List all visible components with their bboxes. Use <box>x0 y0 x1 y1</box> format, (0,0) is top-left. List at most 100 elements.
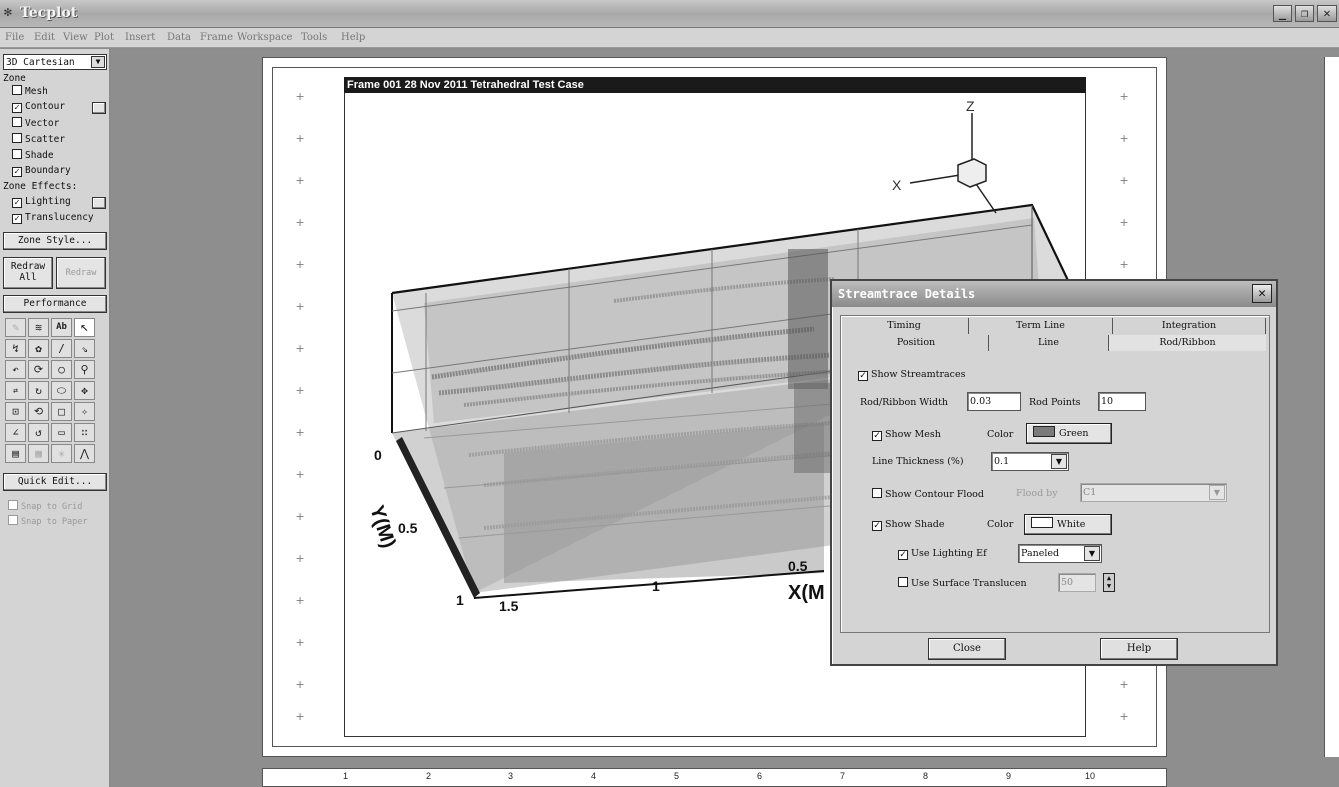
extract-icon[interactable]: ✧ <box>74 402 95 421</box>
translucency-input[interactable]: 50 <box>1058 573 1096 592</box>
spin-icon[interactable]: ⟲ <box>28 402 49 421</box>
spinner-icon[interactable]: ▲ ▼ <box>1103 573 1115 592</box>
roll-icon[interactable]: ↻ <box>28 381 49 400</box>
chevron-down-icon[interactable]: ▼ <box>1209 485 1225 500</box>
geometry-icon[interactable]: ∠ <box>5 423 26 442</box>
lighting-checkbox[interactable]: ✓ Lighting <box>12 196 90 208</box>
scatter-points-icon[interactable]: ∷ <box>74 423 95 442</box>
ruler-label: 6 <box>757 771 763 781</box>
flood-by-select[interactable]: C1 ▼ <box>1080 483 1227 502</box>
text-tool-icon[interactable]: Ab <box>51 318 72 337</box>
use-translucency-checkbox[interactable]: Use Surface Translucen <box>898 577 1027 589</box>
translate-icon[interactable]: ⇄ <box>5 381 26 400</box>
slice-icon[interactable]: ↶ <box>5 360 26 379</box>
menu-edit[interactable]: Edit <box>34 32 55 43</box>
menu-insert[interactable]: Insert <box>125 32 155 43</box>
translucency-checkbox[interactable]: ✓ Translucency <box>12 212 108 224</box>
show-contour-flood-checkbox[interactable]: Show Contour Flood <box>872 488 984 500</box>
lighting-options-button[interactable] <box>92 197 106 209</box>
twist-icon[interactable]: ↺ <box>28 423 49 442</box>
line-thickness-select[interactable]: 0.1 ▼ <box>991 452 1069 471</box>
orient-x-label: X <box>892 177 902 193</box>
grid-icon[interactable]: ▦ <box>28 444 49 463</box>
contour-options-button[interactable] <box>92 102 106 114</box>
frame-icon[interactable]: ▤ <box>5 444 26 463</box>
show-mesh-checkbox[interactable]: ✓ Show Mesh <box>872 429 941 441</box>
paper-grid-mark: + <box>296 424 305 440</box>
paper-grid-mark: + <box>1120 676 1129 692</box>
pointer-icon[interactable]: ↖ <box>74 318 95 337</box>
chevron-down-icon[interactable]: ▼ <box>91 56 105 68</box>
chevron-down-icon[interactable]: ▼ <box>1084 546 1100 561</box>
asterisk-icon[interactable]: ✳ <box>51 444 72 463</box>
redraw-all-button[interactable]: Redraw All <box>3 257 53 289</box>
minimize-button[interactable]: _ <box>1273 5 1292 22</box>
redraw-button[interactable]: Redraw <box>56 257 106 289</box>
snap-to-paper-checkbox[interactable]: Snap to Paper <box>8 515 88 528</box>
menu-tools[interactable]: Tools <box>301 32 327 43</box>
performance-button[interactable]: Performance <box>3 295 107 313</box>
ruler-label: 9 <box>1006 771 1012 781</box>
shade-color-label: Color <box>987 519 1014 530</box>
close-window-button[interactable]: ✕ <box>1317 5 1337 22</box>
ellipse-icon[interactable]: ○ <box>51 360 72 379</box>
use-lighting-checkbox[interactable]: ✓ Use Lighting Ef <box>898 548 987 560</box>
menu-help[interactable]: Help <box>341 32 365 43</box>
paper-grid-mark: + <box>296 676 305 692</box>
plot-type-select[interactable]: 3D Cartesian ▼ <box>3 54 107 70</box>
layer-boundary-checkbox[interactable]: ✓ Boundary <box>12 165 71 177</box>
tab-timing[interactable]: Timing <box>844 318 964 334</box>
contour-label-icon[interactable]: ≋ <box>28 318 49 337</box>
help-button[interactable]: Help <box>1100 638 1178 660</box>
tab-position[interactable]: Position <box>844 335 988 351</box>
maximize-button[interactable]: ❐ <box>1295 5 1314 22</box>
shade-color-button[interactable]: White <box>1024 514 1112 535</box>
layer-shade-checkbox[interactable]: Shade <box>12 149 54 161</box>
rake-icon[interactable]: ✿ <box>28 339 49 358</box>
x-tick-1: 1 <box>652 578 660 594</box>
menu-view[interactable]: View <box>63 32 88 43</box>
oval-icon[interactable]: ⬭ <box>51 381 72 400</box>
zone-style-button[interactable]: Zone Style... <box>3 232 107 250</box>
tab-rod-ribbon[interactable]: Rod/Ribbon <box>1108 335 1266 351</box>
polyline-icon[interactable]: ∕ <box>51 339 72 358</box>
layer-vector-checkbox[interactable]: Vector <box>12 117 59 129</box>
quick-edit-button[interactable]: Quick Edit... <box>3 473 107 491</box>
square-icon[interactable]: □ <box>51 402 72 421</box>
show-shade-checkbox[interactable]: ✓ Show Shade <box>872 519 945 531</box>
streamtrace-icon[interactable]: ↯ <box>5 339 26 358</box>
chevron-down-icon[interactable]: ▼ <box>1051 454 1067 469</box>
x-axis-title: X(M <box>788 582 825 604</box>
mesh-color-button[interactable]: Green <box>1026 423 1112 444</box>
rotate-icon[interactable]: ⟳ <box>28 360 49 379</box>
tab-integration[interactable]: Integration <box>1112 318 1266 334</box>
menu-plot[interactable]: Plot <box>94 32 114 43</box>
snap-to-grid-checkbox[interactable]: Snap to Grid <box>8 500 82 513</box>
tab-term-line[interactable]: Term Line <box>968 318 1112 334</box>
layer-mesh-checkbox[interactable]: Mesh <box>12 85 48 97</box>
probe-icon[interactable]: ⇘ <box>74 339 95 358</box>
menu-frame[interactable]: Frame <box>200 32 233 43</box>
orient-cube <box>957 158 987 188</box>
frame-header[interactable]: Frame 001 28 Nov 2011 Tetrahedral Test C… <box>344 77 1086 93</box>
move-icon[interactable]: ✥ <box>74 381 95 400</box>
layer-contour-checkbox[interactable]: ✓ Contour <box>12 101 65 113</box>
dialog-close-button[interactable]: ✕ <box>1252 284 1272 303</box>
close-button[interactable]: Close <box>928 638 1006 660</box>
menu-data[interactable]: Data <box>167 32 191 43</box>
select-zone-icon[interactable]: ✎ <box>5 318 26 337</box>
line-plot-icon[interactable]: ⋀ <box>74 444 95 463</box>
paper-grid-mark: + <box>296 172 305 188</box>
tab-line[interactable]: Line <box>988 335 1108 351</box>
rectangle-icon[interactable]: ▭ <box>51 423 72 442</box>
rod-points-input[interactable]: 10 <box>1098 392 1146 411</box>
ruler-label: 3 <box>508 771 514 781</box>
zoom-icon[interactable]: ⚲ <box>74 360 95 379</box>
menu-workspace[interactable]: Workspace <box>237 32 292 43</box>
show-streamtraces-checkbox[interactable]: ✓ Show Streamtraces <box>858 369 966 381</box>
layer-scatter-checkbox[interactable]: Scatter <box>12 133 65 145</box>
scale-icon[interactable]: ⊡ <box>5 402 26 421</box>
lighting-effect-select[interactable]: Paneled ▼ <box>1018 544 1102 563</box>
menu-file[interactable]: File <box>5 32 24 43</box>
rod-ribbon-width-input[interactable]: 0.03 <box>967 392 1021 411</box>
